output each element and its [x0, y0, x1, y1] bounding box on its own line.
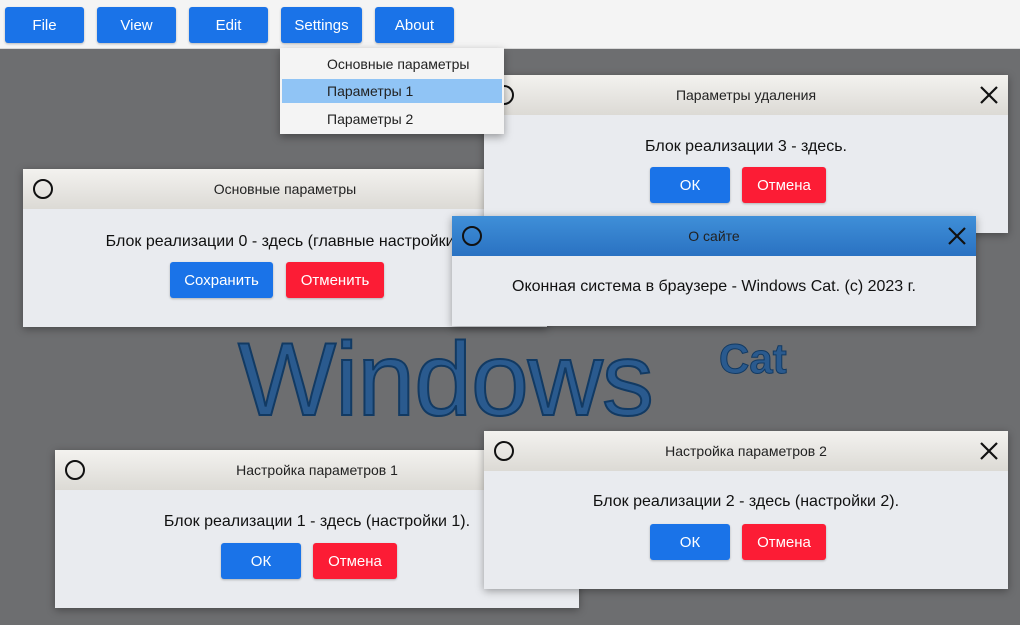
logo-main-text: Windows	[237, 321, 655, 439]
menu-view-button[interactable]: View	[97, 7, 176, 43]
window-circle-button[interactable]	[494, 441, 514, 461]
menu-file-button[interactable]: File	[5, 7, 84, 43]
cancel-button[interactable]: Отменить	[286, 262, 384, 298]
window-delete-params: Параметры удаления Блок реализации 3 - з…	[484, 75, 1008, 233]
logo-sup-text: Cat	[719, 335, 788, 383]
window-params-2: Настройка параметров 2 Блок реализации 2…	[484, 431, 1008, 589]
window-title: Настройка параметров 2	[665, 443, 827, 459]
window-circle-button[interactable]	[462, 226, 482, 246]
save-button[interactable]: Сохранить	[170, 262, 273, 298]
window-content-text: Блок реализации 3 - здесь.	[645, 138, 847, 155]
window-body: Оконная система в браузере - Windows Cat…	[452, 256, 976, 326]
ok-button[interactable]: ОК	[650, 167, 730, 203]
close-icon[interactable]	[978, 440, 1000, 462]
menu-edit-button[interactable]: Edit	[189, 7, 268, 43]
window-content-text: Оконная система в браузере - Windows Cat…	[512, 278, 916, 295]
menu-about-button[interactable]: About	[375, 7, 454, 43]
window-titlebar[interactable]: Параметры удаления	[484, 75, 1008, 115]
window-title: Настройка параметров 1	[236, 462, 398, 478]
ok-button[interactable]: ОК	[650, 524, 730, 560]
window-body: Блок реализации 2 - здесь (настройки 2).…	[484, 471, 1008, 589]
window-titlebar[interactable]: Основные параметры	[23, 169, 547, 209]
menu-bar: File View Edit Settings About	[0, 0, 1020, 49]
close-icon[interactable]	[946, 225, 968, 247]
menu-item-params-2[interactable]: Параметры 2	[282, 107, 502, 131]
settings-dropdown-menu: Основные параметры Параметры 1 Параметры…	[280, 48, 504, 134]
close-icon[interactable]	[978, 84, 1000, 106]
window-content-text: Блок реализации 2 - здесь (настройки 2).	[592, 493, 900, 510]
window-about: О сайте Оконная система в браузере - Win…	[452, 216, 976, 326]
cancel-button[interactable]: Отмена	[313, 543, 397, 579]
menu-item-params-1[interactable]: Параметры 1	[282, 79, 502, 103]
window-titlebar[interactable]: Настройка параметров 2	[484, 431, 1008, 471]
menu-settings-button[interactable]: Settings	[281, 7, 362, 43]
windows-cat-logo: Windows Cat	[237, 320, 798, 440]
window-titlebar[interactable]: О сайте	[452, 216, 976, 256]
window-circle-button[interactable]	[33, 179, 53, 199]
menu-item-main-params[interactable]: Основные параметры	[282, 52, 502, 76]
ok-button[interactable]: ОК	[221, 543, 301, 579]
window-circle-button[interactable]	[65, 460, 85, 480]
cancel-button[interactable]: Отмена	[742, 524, 826, 560]
window-title: Параметры удаления	[675, 87, 817, 103]
window-title: О сайте	[688, 228, 740, 244]
cancel-button[interactable]: Отмена	[742, 167, 826, 203]
window-title: Основные параметры	[213, 181, 357, 197]
